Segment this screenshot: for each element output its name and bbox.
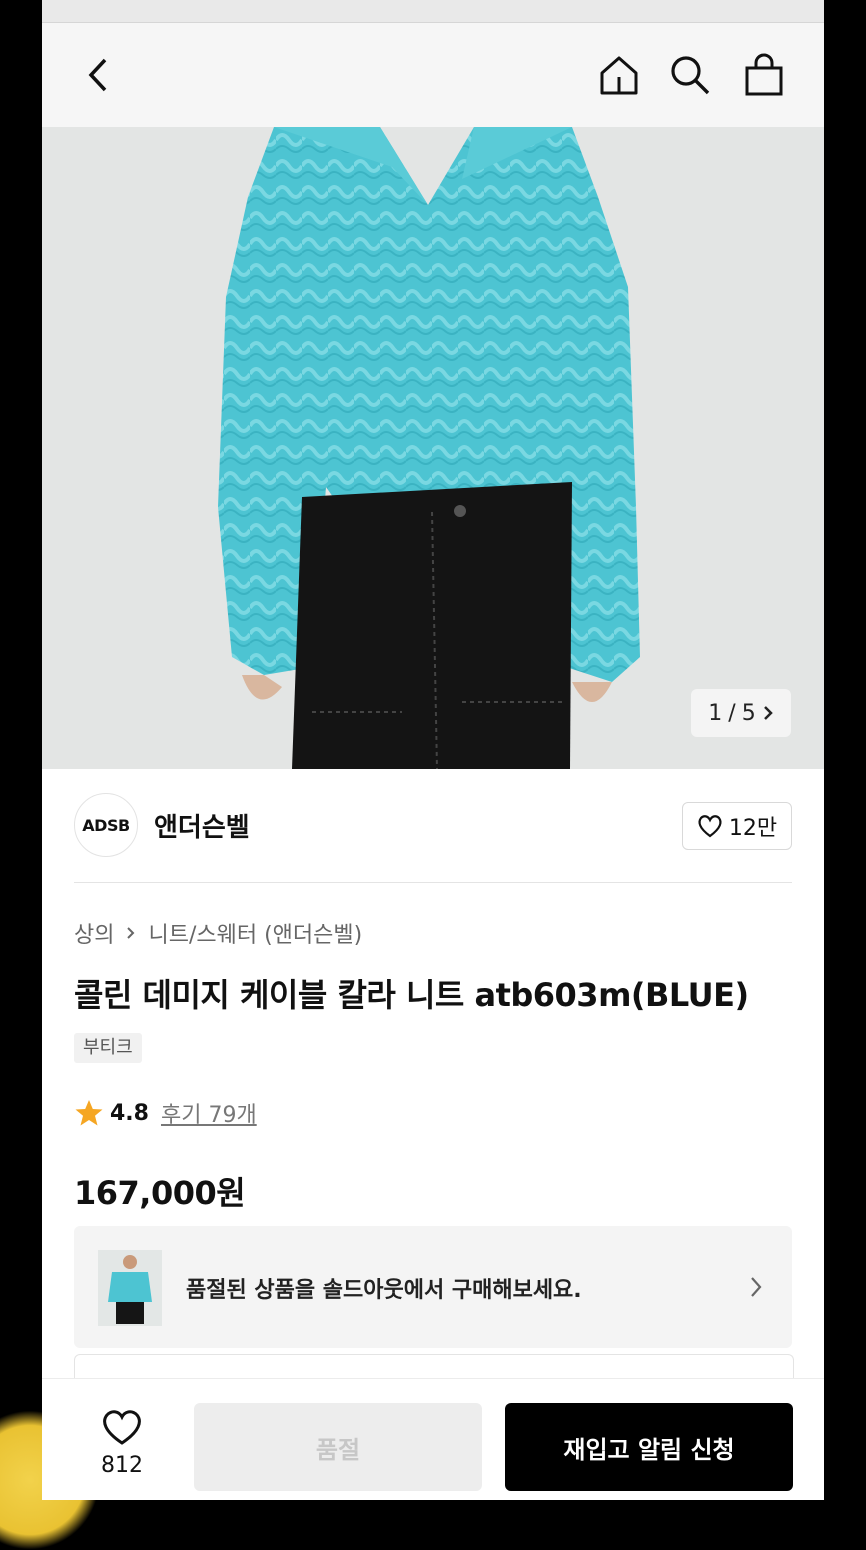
shopping-bag-icon: [745, 53, 783, 96]
divider: [74, 882, 792, 883]
back-button[interactable]: [76, 51, 124, 99]
image-counter-current: 1: [708, 700, 723, 726]
breadcrumb: 상의 니트/스웨터 (앤더슨벨): [74, 917, 362, 949]
product-title: 콜린 데미지 케이블 칼라 니트 atb603m(BLUE): [74, 976, 749, 1014]
heart-icon: [103, 1410, 141, 1445]
product-image-gallery[interactable]: 1 / 5: [42, 127, 824, 769]
chevron-left-icon: [88, 58, 107, 92]
top-navigation: [42, 23, 824, 127]
chevron-right-icon: [127, 927, 135, 939]
search-button[interactable]: [666, 51, 714, 99]
product-price: 167,000원: [74, 1174, 246, 1212]
status-bar: [42, 0, 824, 23]
breadcrumb-subcategory[interactable]: 니트/스웨터 (앤더슨벨): [148, 917, 362, 949]
image-counter-separator: /: [728, 700, 736, 726]
chevron-right-icon: [751, 1277, 762, 1297]
product-photo: [42, 127, 824, 769]
soldout-button[interactable]: 품절: [194, 1403, 482, 1491]
brand-row: ADSB 앤더슨벨 12만: [74, 793, 792, 857]
soldout-banner-text: 품절된 상품을 솔드아웃에서 구매해보세요.: [186, 1278, 582, 1303]
phone-screen: 1 / 5 ADSB 앤더슨벨 12만 상의 니트/스웨터 (앤더슨벨) 콜린 …: [42, 0, 824, 1500]
home-button[interactable]: [595, 51, 643, 99]
restock-alert-button[interactable]: 재입고 알림 신청: [505, 1403, 793, 1491]
brand-like-button[interactable]: 12만: [682, 802, 792, 850]
star-icon: [75, 1100, 103, 1126]
banner-thumbnail: [98, 1250, 162, 1326]
wishlist-button[interactable]: 812: [94, 1407, 150, 1478]
home-icon: [600, 56, 638, 95]
rating-score: 4.8: [110, 1100, 149, 1126]
brand-name[interactable]: 앤더슨벨: [154, 807, 250, 844]
heart-icon: [698, 815, 722, 838]
brand-logo-text: ADSB: [82, 815, 130, 835]
product-tag: 부티크: [74, 1033, 142, 1063]
breadcrumb-category[interactable]: 상의: [74, 917, 114, 949]
brand-logo[interactable]: ADSB: [74, 793, 138, 857]
bottom-action-bar: 812 품절 재입고 알림 신청: [42, 1378, 824, 1500]
brand-like-count: 12만: [728, 816, 778, 841]
reviews-link[interactable]: 후기 79개: [161, 1097, 257, 1129]
search-icon: [671, 56, 710, 95]
chevron-right-icon: [763, 706, 773, 720]
wishlist-count: 812: [101, 1453, 143, 1478]
soldout-banner[interactable]: 품절된 상품을 솔드아웃에서 구매해보세요.: [74, 1226, 792, 1348]
image-counter-total: 5: [741, 700, 756, 726]
cart-button[interactable]: [740, 51, 788, 99]
image-counter[interactable]: 1 / 5: [691, 689, 791, 737]
product-rating: 4.8 후기 79개: [74, 1097, 257, 1129]
